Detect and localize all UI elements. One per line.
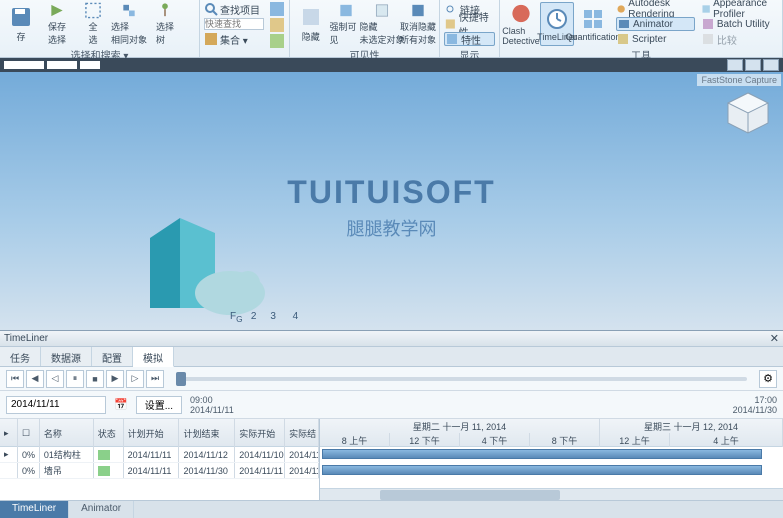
playback-controls: ⏮ ◀ ◁ ⏸ ■ ▶ ▷ ⏭ ⚙ [0,367,783,391]
task-grid: ▸ ☐ 名称 状态 计划开始 计划结束 实际开始 实际结 ▸ 0% 01结构柱 … [0,419,320,500]
panel-tabs: 任务 数据源 配置 模拟 [0,347,783,367]
task-row[interactable]: ▸ 0% 01结构柱 2014/11/11 2014/11/12 2014/11… [0,447,319,463]
play-button[interactable]: ▶ [106,370,124,388]
date-row: 📅 设置... 09:002014/11/11 17:002014/11/30 [0,391,783,419]
tab-tasks[interactable]: 任务 [0,347,41,366]
vp-close-icon[interactable] [763,59,779,71]
save-button[interactable]: 存 [4,2,38,46]
vp-max-icon[interactable] [745,59,761,71]
rewind-button[interactable]: ⏮ [6,370,24,388]
status-ok-icon [98,450,110,460]
hide-unselected-button[interactable]: 隐藏 未选定对象 [365,2,399,46]
bottom-tabs: TimeLiner Animator [0,500,783,518]
force-visible-button[interactable]: 强制可见 [330,2,364,46]
search-icon[interactable] [270,18,284,32]
animator-button[interactable]: Animator [616,17,695,31]
find-items-button[interactable]: 查找项目 [204,2,264,16]
quick-search-input[interactable] [204,17,264,31]
tab-datasources[interactable]: 数据源 [41,347,92,366]
calendar-icon[interactable]: 📅 [114,398,128,411]
batch-utility-button[interactable]: Batch Utility [701,17,778,31]
rendering-button[interactable]: Autodesk Rendering [616,2,695,16]
settings-button[interactable]: 设置... [136,396,182,414]
filter-icon[interactable] [270,34,284,48]
3d-viewport[interactable]: FastStone Capture TUITUISOFT 腿腿教学网 FG 2 … [0,58,783,330]
faststone-badge: FastStone Capture [697,74,781,86]
pause-button[interactable]: ⏸ [66,370,84,388]
unhide-all-button[interactable]: 取消隐藏 所有对象 [401,2,435,46]
stop-button[interactable]: ■ [86,370,104,388]
scripter-button[interactable]: Scripter [616,32,695,46]
gantt-scrollbar[interactable] [320,488,783,500]
quantification-button[interactable]: Quantification [576,2,610,46]
viewport-toolbar [0,58,783,72]
compare-button[interactable]: 比较 [701,32,778,46]
gantt-bar[interactable] [322,449,762,459]
settings-gear-button[interactable]: ⚙ [759,370,777,388]
col-pct[interactable]: ☐ [18,419,40,447]
gantt-chart[interactable]: 星期二 十一月 11, 2014 星期三 十一月 12, 2014 8 上午 1… [320,419,783,500]
col-status[interactable]: 状态 [94,419,124,447]
step-fwd-button[interactable]: ▷ [126,370,144,388]
step-back-button[interactable]: ◀ [26,370,44,388]
quick-props-button[interactable]: 快捷特性 [444,17,495,31]
col-actstart[interactable]: 实际开始 [235,419,285,447]
status-ok-icon [98,466,110,476]
timeliner-panel: TimeLiner ✕ 任务 数据源 配置 模拟 ⏮ ◀ ◁ ⏸ ■ ▶ ▷ ⏭… [0,330,783,500]
col-actend[interactable]: 实际结 [285,419,319,447]
watermark: TUITUISOFT 腿腿教学网 [287,174,495,241]
view-cube[interactable] [723,88,773,138]
fast-fwd-button[interactable]: ⏭ [146,370,164,388]
hide-button[interactable]: 隐藏 [294,2,328,46]
vp-min-icon[interactable] [727,59,743,71]
tab-configure[interactable]: 配置 [92,347,133,366]
col-expand[interactable]: ▸ [0,419,18,447]
close-icon[interactable]: ✕ [770,332,779,345]
select-all-button[interactable]: 全 选 [76,2,110,46]
bottom-tab-timeliner[interactable]: TimeLiner [0,501,69,518]
col-name[interactable]: 名称 [40,419,94,447]
building-graphic [130,198,270,318]
sets-dropdown[interactable]: 集合 ▾ [204,32,264,46]
current-date-input[interactable] [6,396,106,414]
col-planend[interactable]: 计划结束 [179,419,235,447]
gantt-bar[interactable] [322,465,762,475]
clash-detective-button[interactable]: Clash Detective [504,2,538,46]
bottom-tab-animator[interactable]: Animator [69,501,134,518]
selection-tree-button[interactable]: 选择 树 [148,2,182,46]
select-same-button[interactable]: 选择 相同对象 [112,2,146,46]
save-selection-button[interactable]: 保存 选择 [40,2,74,46]
properties-button[interactable]: 特性 [444,32,495,46]
find-icon[interactable] [270,2,284,16]
appearance-profiler-button[interactable]: Appearance Profiler [701,2,778,16]
col-planstart[interactable]: 计划开始 [124,419,180,447]
task-row[interactable]: 0% 墙吊 2014/11/11 2014/11/30 2014/11/11 2… [0,463,319,479]
ribbon: 存 保存 选择 全 选 选择 相同对象 选择 树 选择和搜索 ▾ 查找项目 集合… [0,0,783,58]
timeline-slider[interactable] [176,377,747,381]
tab-simulate[interactable]: 模拟 [133,347,174,367]
panel-header: TimeLiner ✕ [0,331,783,347]
reverse-button[interactable]: ◁ [46,370,64,388]
